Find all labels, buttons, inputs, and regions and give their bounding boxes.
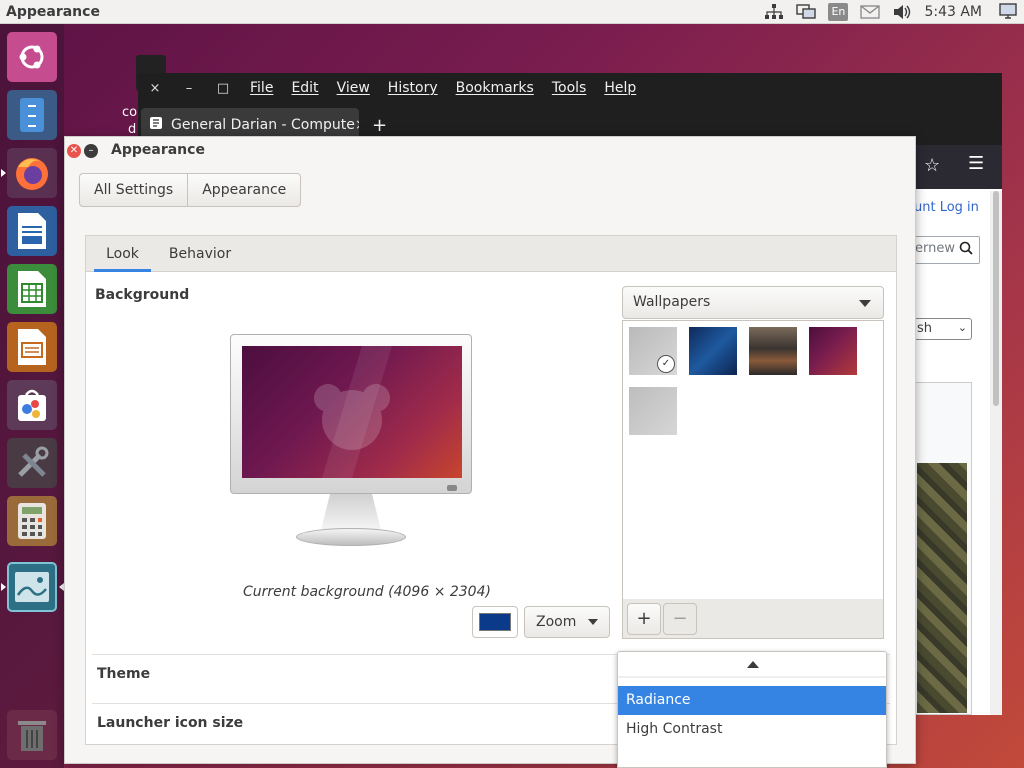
browser-close-button[interactable]: × xyxy=(138,81,172,96)
tab-favicon-icon xyxy=(149,116,163,134)
network-icon[interactable] xyxy=(764,3,784,21)
hamburger-menu-icon[interactable]: ☰ xyxy=(968,153,984,174)
theme-option-radiance[interactable]: Radiance xyxy=(618,686,886,715)
wallpaper-source-dropdown[interactable]: Wallpapers xyxy=(622,286,884,319)
page-account-links[interactable]: unt Log in xyxy=(914,200,979,215)
wallpaper-thumbnail[interactable] xyxy=(809,327,857,375)
monitor-power-led xyxy=(447,485,457,491)
software-center-icon[interactable] xyxy=(7,380,57,430)
menu-file[interactable]: File xyxy=(250,80,273,96)
desktop-file-label[interactable]: co d xyxy=(122,104,137,138)
selected-check-icon: ✓ xyxy=(657,355,675,373)
primary-color-button[interactable] xyxy=(472,606,518,638)
zoom-mode-label: Zoom xyxy=(536,614,577,630)
calc-icon[interactable] xyxy=(7,264,57,314)
monitor-screen-wallpaper xyxy=(242,346,462,478)
menu-tools[interactable]: Tools xyxy=(552,80,587,96)
close-icon[interactable]: ✕ xyxy=(67,144,81,158)
launcher-icon-size-label: Launcher icon size xyxy=(97,715,244,731)
background-preview xyxy=(230,334,474,554)
background-label: Background xyxy=(95,287,190,303)
wallpaper-thumbnail[interactable] xyxy=(749,327,797,375)
wallpaper-source-label: Wallpapers xyxy=(633,294,711,310)
clock[interactable]: 5:43 AM xyxy=(924,4,982,20)
firefox-icon[interactable] xyxy=(7,148,57,198)
remove-wallpaper-button[interactable]: − xyxy=(663,603,697,635)
tab-close-icon[interactable]: × xyxy=(355,117,359,133)
caret-down-icon xyxy=(859,300,871,307)
add-wallpaper-button[interactable]: + xyxy=(627,603,661,635)
keyboard-layout-indicator[interactable]: En xyxy=(828,2,849,21)
appearance-titlebar: ✕ – Appearance xyxy=(65,137,915,165)
window-title: Appearance xyxy=(111,142,205,158)
page-scrollbar[interactable] xyxy=(990,191,1002,715)
menu-bookmarks[interactable]: Bookmarks xyxy=(456,80,534,96)
image-viewer-icon[interactable] xyxy=(7,562,57,612)
tab-bar: Look Behavior xyxy=(86,236,896,272)
wallpaper-grid: ✓ xyxy=(622,320,884,600)
calculator-icon[interactable] xyxy=(7,496,57,546)
bookmark-star-icon[interactable]: ☆ xyxy=(924,155,940,176)
breadcrumb-all-settings[interactable]: All Settings xyxy=(80,174,187,206)
tab-title: General Darian - Compute xyxy=(171,117,355,133)
files-icon[interactable] xyxy=(7,90,57,140)
zoom-mode-dropdown[interactable]: Zoom xyxy=(524,606,610,638)
tab-look[interactable]: Look xyxy=(94,236,151,272)
menu-history[interactable]: History xyxy=(388,80,438,96)
scroll-up-arrow-icon[interactable] xyxy=(747,661,759,668)
breadcrumb-appearance[interactable]: Appearance xyxy=(187,174,300,206)
wallpaper-thumbnail[interactable] xyxy=(689,327,737,375)
running-indicator xyxy=(1,583,6,591)
writer-icon[interactable] xyxy=(7,206,57,256)
volume-icon[interactable] xyxy=(892,3,912,21)
menu-view[interactable]: View xyxy=(337,80,370,96)
page-soldier-image xyxy=(917,463,967,713)
monitor-neck xyxy=(321,494,381,530)
page-scrollbar-thumb[interactable] xyxy=(993,191,999,406)
current-background-caption: Current background (4096 × 2304) xyxy=(243,584,491,600)
page-search-input[interactable]: ernew xyxy=(910,236,980,264)
minimize-icon[interactable]: – xyxy=(84,144,98,158)
computer-icon[interactable] xyxy=(998,2,1018,21)
tab-behavior[interactable]: Behavior xyxy=(164,236,236,272)
chevron-down-icon: ⌄ xyxy=(957,321,967,334)
page-language-select[interactable]: sh ⌄ xyxy=(914,318,972,340)
indicator-area: En 5:43 AM xyxy=(764,2,1018,21)
monitor-frame xyxy=(230,334,472,494)
breadcrumb: All Settings Appearance xyxy=(79,173,302,207)
settings-tools-icon[interactable] xyxy=(7,438,57,488)
wallpaper-thumbnail[interactable]: ✓ xyxy=(629,327,677,375)
caret-down-icon xyxy=(588,619,598,625)
browser-minimize-button[interactable]: – xyxy=(172,81,206,96)
mail-icon[interactable] xyxy=(860,3,881,21)
impress-icon[interactable] xyxy=(7,322,57,372)
browser-maximize-button[interactable]: □ xyxy=(206,81,240,96)
color-swatch xyxy=(479,613,511,631)
top-panel: Appearance En 5:43 AM xyxy=(0,0,1024,24)
partially-hidden-option xyxy=(618,676,886,678)
running-indicator xyxy=(1,169,6,177)
trash-icon[interactable] xyxy=(7,710,57,760)
menu-edit[interactable]: Edit xyxy=(291,80,318,96)
browser-menubar: × – □ File Edit View History Bookmarks T… xyxy=(138,73,1002,103)
active-app-title: Appearance xyxy=(6,3,100,20)
wallpaper-thumbnail[interactable] xyxy=(629,387,677,435)
search-icon[interactable] xyxy=(959,241,973,259)
launcher xyxy=(0,24,64,768)
monitor-base xyxy=(296,528,406,546)
ubuntu-dash-icon[interactable] xyxy=(7,32,57,82)
theme-label: Theme xyxy=(97,666,151,682)
menu-help[interactable]: Help xyxy=(604,80,636,96)
display-icon[interactable] xyxy=(796,3,817,21)
wallpaper-toolbar: + − xyxy=(622,599,884,639)
page-search-text: ernew xyxy=(915,241,955,256)
new-tab-button[interactable]: + xyxy=(372,115,387,136)
theme-dropdown-menu: Radiance High Contrast xyxy=(617,651,887,768)
theme-option-high-contrast[interactable]: High Contrast xyxy=(618,715,886,744)
